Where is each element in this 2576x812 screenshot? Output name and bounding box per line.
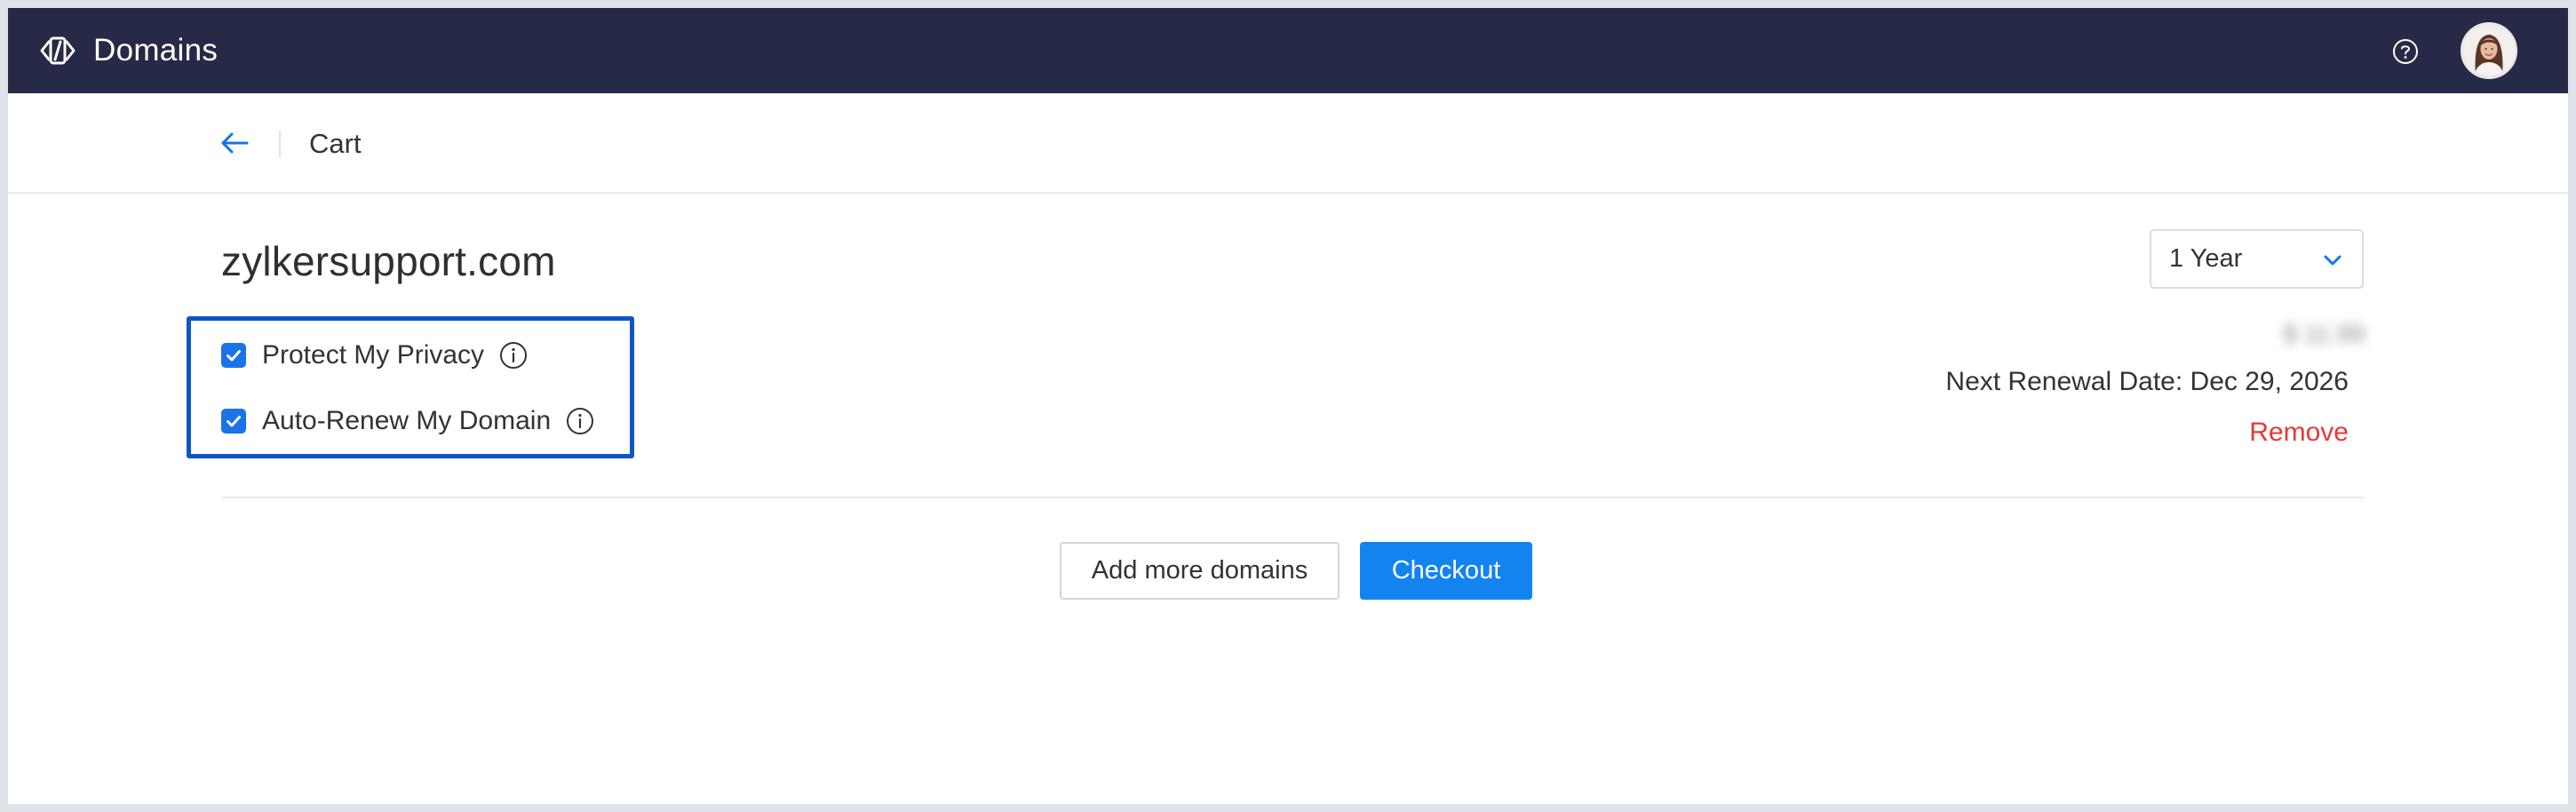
auto-renew-label: Auto-Renew My Domain (262, 406, 552, 435)
checkmark-icon (227, 350, 241, 362)
app-title: Domains (93, 33, 219, 68)
term-select[interactable]: 1 Year (2150, 229, 2364, 289)
question-circle-icon (2393, 39, 2418, 64)
app-window: Domains Cart zylkersupport.com Protect M… (0, 0, 2576, 812)
checkout-button[interactable]: Checkout (1360, 542, 1532, 600)
info-circle-icon[interactable] (565, 406, 595, 436)
remove-link[interactable]: Remove (2249, 418, 2349, 448)
privacy-checkbox[interactable] (221, 343, 246, 368)
privacy-label: Protect My Privacy (262, 340, 485, 370)
term-select-value: 1 Year (2169, 244, 2243, 273)
domains-logo-icon (35, 33, 81, 68)
options-highlight-box (187, 316, 634, 458)
add-more-domains-button[interactable]: Add more domains (1060, 542, 1340, 600)
avatar-image (2463, 25, 2515, 76)
option-auto-renew: Auto-Renew My Domain (221, 406, 595, 436)
top-bar: Domains (8, 8, 2568, 93)
sub-header: Cart (8, 93, 2568, 194)
arrow-left-icon (221, 132, 249, 154)
chevron-down-icon (2324, 255, 2341, 266)
page-title: Cart (309, 128, 362, 159)
option-protect-privacy: Protect My Privacy (221, 340, 529, 370)
price-blurred: $ 11.99 (2283, 320, 2365, 347)
header-divider (279, 131, 281, 157)
back-button[interactable] (217, 125, 252, 161)
auto-renew-checkbox[interactable] (221, 409, 246, 434)
user-avatar[interactable] (2461, 22, 2517, 79)
brand[interactable]: Domains (35, 33, 218, 68)
domain-name: zylkersupport.com (221, 238, 556, 284)
next-renewal-date: Next Renewal Date: Dec 29, 2026 (1945, 367, 2349, 396)
checkmark-icon (227, 416, 241, 427)
help-button[interactable] (2391, 37, 2420, 66)
info-circle-icon[interactable] (498, 340, 529, 370)
content-divider (221, 497, 2364, 498)
